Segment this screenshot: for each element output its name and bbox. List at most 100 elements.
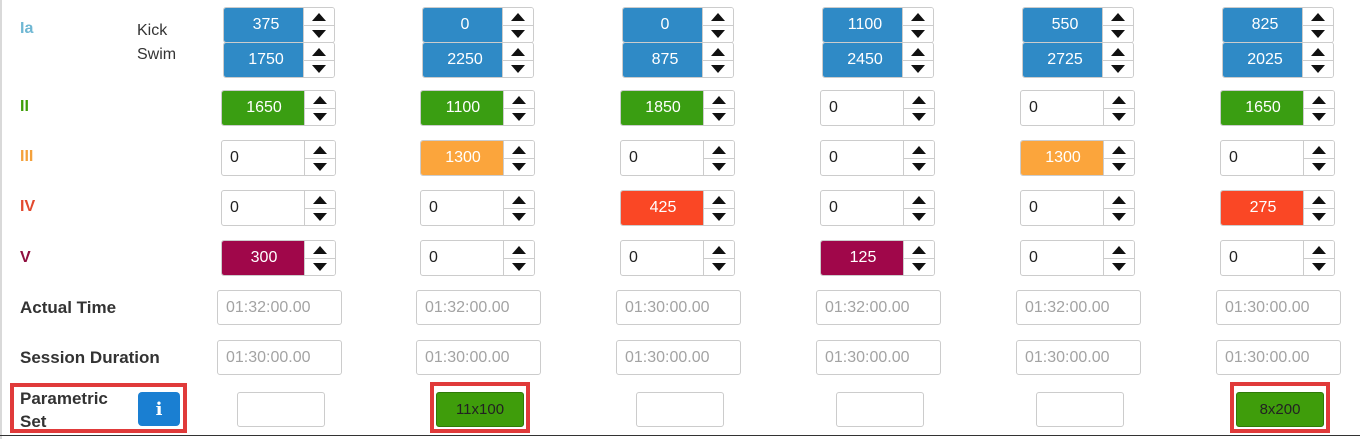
increment-button[interactable] — [1304, 91, 1334, 109]
decrement-button[interactable] — [1103, 25, 1133, 42]
increment-button[interactable] — [504, 91, 534, 109]
increment-button[interactable] — [305, 241, 335, 259]
increment-button[interactable] — [1304, 241, 1334, 259]
spinner-iii[interactable]: 0 — [221, 140, 336, 176]
decrement-button[interactable] — [503, 25, 533, 42]
spinner-swim[interactable]: 2725 — [1022, 42, 1134, 78]
decrement-button[interactable] — [504, 108, 534, 125]
spinner-value[interactable]: 0 — [421, 241, 505, 275]
spinner-ii[interactable]: 0 — [1020, 90, 1135, 126]
increment-button[interactable] — [704, 191, 734, 209]
spinner-kick[interactable]: 0 — [422, 7, 534, 43]
increment-button[interactable] — [305, 91, 335, 109]
decrement-button[interactable] — [904, 108, 934, 125]
spinner-v[interactable]: 0 — [1220, 240, 1335, 276]
increment-button[interactable] — [904, 191, 934, 209]
spinner-value[interactable]: 0 — [222, 191, 306, 225]
spinner-swim[interactable]: 2025 — [1222, 42, 1334, 78]
decrement-button[interactable] — [703, 25, 733, 42]
increment-button[interactable] — [1304, 191, 1334, 209]
session-duration-field[interactable]: 01:30:00.00 — [1016, 340, 1141, 375]
decrement-button[interactable] — [304, 60, 334, 77]
actual-time-field[interactable]: 01:32:00.00 — [217, 290, 342, 325]
decrement-button[interactable] — [503, 60, 533, 77]
increment-button[interactable] — [904, 241, 934, 259]
decrement-button[interactable] — [1304, 108, 1334, 125]
decrement-button[interactable] — [504, 158, 534, 175]
decrement-button[interactable] — [903, 60, 933, 77]
increment-button[interactable] — [703, 8, 733, 26]
spinner-value[interactable]: 0 — [821, 191, 905, 225]
increment-button[interactable] — [1104, 141, 1134, 159]
spinner-value[interactable]: 1300 — [1021, 141, 1105, 175]
spinner-value[interactable]: 0 — [423, 8, 507, 42]
spinner-ii[interactable]: 1650 — [221, 90, 336, 126]
spinner-value[interactable]: 550 — [1023, 8, 1107, 42]
parametric-set-field[interactable]: 11x100 — [436, 392, 524, 427]
actual-time-field[interactable]: 01:32:00.00 — [1016, 290, 1141, 325]
spinner-v[interactable]: 0 — [420, 240, 535, 276]
parametric-set-field[interactable] — [636, 392, 724, 427]
increment-button[interactable] — [1103, 8, 1133, 26]
decrement-button[interactable] — [703, 60, 733, 77]
increment-button[interactable] — [704, 141, 734, 159]
actual-time-field[interactable]: 01:30:00.00 — [1216, 290, 1341, 325]
decrement-button[interactable] — [504, 258, 534, 275]
spinner-value[interactable]: 275 — [1221, 191, 1305, 225]
spinner-swim[interactable]: 2450 — [822, 42, 934, 78]
spinner-value[interactable]: 2450 — [823, 43, 907, 77]
decrement-button[interactable] — [704, 108, 734, 125]
spinner-value[interactable]: 0 — [621, 241, 705, 275]
increment-button[interactable] — [1104, 241, 1134, 259]
decrement-button[interactable] — [904, 208, 934, 225]
spinner-kick[interactable]: 825 — [1222, 7, 1334, 43]
spinner-value[interactable]: 125 — [821, 241, 905, 275]
spinner-v[interactable]: 300 — [221, 240, 336, 276]
spinner-iv[interactable]: 275 — [1220, 190, 1335, 226]
spinner-value[interactable]: 0 — [621, 141, 705, 175]
spinner-value[interactable]: 300 — [222, 241, 306, 275]
increment-button[interactable] — [1304, 141, 1334, 159]
session-duration-field[interactable]: 01:30:00.00 — [816, 340, 941, 375]
spinner-value[interactable]: 0 — [1021, 91, 1105, 125]
spinner-ii[interactable]: 1100 — [420, 90, 535, 126]
spinner-value[interactable]: 2725 — [1023, 43, 1107, 77]
decrement-button[interactable] — [1304, 208, 1334, 225]
spinner-value[interactable]: 0 — [421, 191, 505, 225]
session-duration-field[interactable]: 01:30:00.00 — [416, 340, 541, 375]
spinner-ii[interactable]: 1850 — [620, 90, 735, 126]
spinner-iii[interactable]: 0 — [820, 140, 935, 176]
decrement-button[interactable] — [1104, 258, 1134, 275]
actual-time-field[interactable]: 01:32:00.00 — [816, 290, 941, 325]
spinner-value[interactable]: 0 — [821, 141, 905, 175]
spinner-value[interactable]: 0 — [623, 8, 707, 42]
increment-button[interactable] — [703, 43, 733, 61]
decrement-button[interactable] — [1304, 258, 1334, 275]
increment-button[interactable] — [1303, 8, 1333, 26]
spinner-kick[interactable]: 375 — [223, 7, 335, 43]
spinner-value[interactable]: 0 — [1021, 191, 1105, 225]
spinner-ii[interactable]: 0 — [820, 90, 935, 126]
actual-time-field[interactable]: 01:30:00.00 — [616, 290, 741, 325]
decrement-button[interactable] — [504, 208, 534, 225]
spinner-swim[interactable]: 1750 — [223, 42, 335, 78]
decrement-button[interactable] — [904, 258, 934, 275]
parametric-set-field[interactable] — [1036, 392, 1124, 427]
increment-button[interactable] — [904, 91, 934, 109]
increment-button[interactable] — [304, 8, 334, 26]
spinner-kick[interactable]: 0 — [622, 7, 734, 43]
spinner-value[interactable]: 2250 — [423, 43, 507, 77]
session-duration-field[interactable]: 01:30:00.00 — [1216, 340, 1341, 375]
spinner-value[interactable]: 1750 — [224, 43, 308, 77]
spinner-kick[interactable]: 1100 — [822, 7, 934, 43]
spinner-ii[interactable]: 1650 — [1220, 90, 1335, 126]
spinner-iii[interactable]: 0 — [1220, 140, 1335, 176]
decrement-button[interactable] — [1103, 60, 1133, 77]
spinner-v[interactable]: 125 — [820, 240, 935, 276]
increment-button[interactable] — [904, 141, 934, 159]
increment-button[interactable] — [503, 43, 533, 61]
decrement-button[interactable] — [904, 158, 934, 175]
decrement-button[interactable] — [1104, 208, 1134, 225]
spinner-iv[interactable]: 0 — [420, 190, 535, 226]
parametric-set-field[interactable]: 8x200 — [1236, 392, 1324, 427]
